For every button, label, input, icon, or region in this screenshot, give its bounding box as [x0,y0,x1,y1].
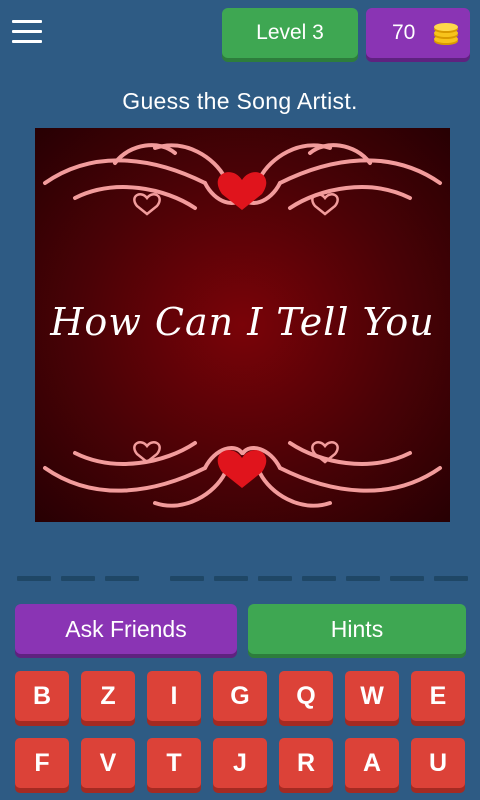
answer-slot [214,576,248,581]
coins-count: 70 [392,21,416,44]
answer-slot [17,576,51,581]
hints-label: Hints [330,615,384,642]
hints-button[interactable]: Hints [248,604,466,654]
coins-button[interactable]: 70 [366,8,470,58]
question-prompt: Guess the Song Artist. [122,88,358,114]
letter-key[interactable]: G [213,671,267,721]
letter-key[interactable]: W [345,671,399,721]
letter-key[interactable]: F [15,738,69,788]
letter-key[interactable]: J [213,738,267,788]
letter-key[interactable]: U [411,738,465,788]
answer-slot [346,576,380,581]
ask-friends-button[interactable]: Ask Friends [15,604,237,654]
level-label: Level 3 [256,21,324,44]
answer-slot [434,576,468,581]
answer-slot [170,576,204,581]
letter-key[interactable]: Q [279,671,333,721]
letter-key[interactable]: E [411,671,465,721]
level-button[interactable]: Level 3 [222,8,358,58]
answer-slot [390,576,424,581]
puzzle-image: How Can I Tell You [35,128,450,522]
answer-slot [61,576,95,581]
menu-icon[interactable] [12,20,42,46]
answer-slot [105,576,139,581]
letter-key[interactable]: V [81,738,135,788]
letter-key[interactable]: A [345,738,399,788]
coins-icon [434,23,458,45]
answer-slot [302,576,336,581]
letter-key[interactable]: I [147,671,201,721]
letter-key[interactable]: T [147,738,201,788]
letter-key[interactable]: Z [81,671,135,721]
answer-slot [258,576,292,581]
ask-friends-label: Ask Friends [65,615,187,642]
puzzle-text: How Can I Tell You [50,300,435,344]
letter-key[interactable]: B [15,671,69,721]
letter-key[interactable]: R [279,738,333,788]
